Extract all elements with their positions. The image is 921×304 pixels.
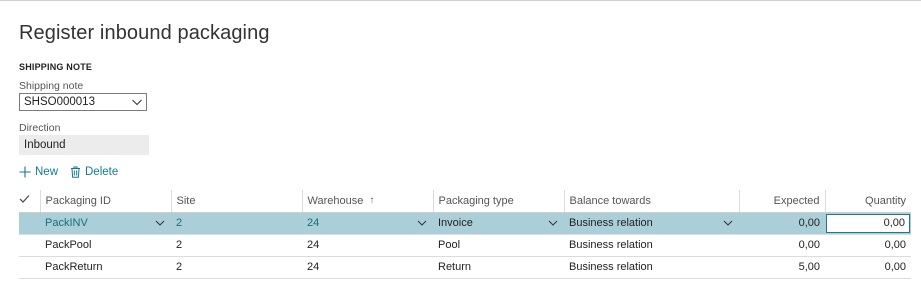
packaging-type-cell[interactable]: Invoice [433, 212, 564, 235]
cell-value: 0,00 [883, 217, 905, 229]
table-row[interactable]: PackPool 2 24 Pool Business relation 0,0… [19, 234, 911, 257]
cell-value: 0,00 [798, 239, 820, 251]
column-header-label: Site [176, 194, 196, 207]
quantity-cell[interactable]: 0,00 [825, 234, 911, 257]
site-cell[interactable]: 2 [171, 256, 302, 279]
table-row[interactable]: PackReturn 2 24 Return Business relation… [19, 256, 911, 279]
delete-button-label: Delete [85, 166, 119, 178]
checkmark-icon [19, 195, 30, 204]
packaging-type-cell[interactable]: Pool [433, 234, 564, 257]
sort-ascending-icon: ↑ [369, 195, 375, 207]
cell-value: Business relation [569, 239, 653, 251]
plus-icon [19, 166, 31, 178]
cell-value: Invoice [438, 217, 473, 229]
cell-value: Pool [438, 239, 461, 251]
warehouse-cell[interactable]: 24 [302, 234, 433, 257]
warehouse-cell[interactable]: 24 [302, 256, 433, 279]
cell-value: 2 [176, 261, 183, 273]
packaging-type-cell[interactable]: Return [433, 256, 564, 279]
cell-value: Return [438, 261, 472, 273]
new-button[interactable]: New [19, 166, 58, 178]
cell-value: 0,00 [884, 261, 906, 273]
column-header-label: Packaging type [438, 194, 514, 207]
expected-cell: 0,00 [739, 212, 825, 235]
balance-towards-cell[interactable]: Business relation [564, 256, 739, 279]
delete-button[interactable]: Delete [70, 166, 118, 178]
trash-icon [71, 166, 80, 178]
column-header-label: Expected [773, 194, 820, 207]
expected-cell: 5,00 [739, 256, 825, 279]
column-header-label: Quantity [865, 194, 906, 207]
grid-header-row: Packaging ID Site Warehouse ↑ Packaging t… [19, 190, 911, 213]
direction-field: Inbound [19, 135, 149, 155]
cell-value: 24 [307, 217, 320, 229]
column-header-balance-towards[interactable]: Balance towards [563, 190, 739, 213]
column-header-expected[interactable]: Expected [738, 190, 825, 213]
page-title: Register inbound packaging [19, 22, 270, 44]
column-header-quantity[interactable]: Quantity [824, 190, 911, 213]
new-button-label: New [35, 166, 59, 178]
direction-label: Direction [19, 122, 61, 134]
row-selector[interactable] [19, 256, 40, 279]
column-header-packaging-id[interactable]: Packaging ID [39, 190, 171, 213]
cell-value: 24 [307, 261, 320, 273]
quantity-edit-field[interactable]: 0,00 [826, 213, 910, 233]
chevron-down-icon[interactable] [155, 218, 165, 228]
table-row[interactable]: PackINV 2 24 Invoice Business relation 0… [19, 212, 911, 235]
column-header-label: Balance towards [569, 194, 651, 207]
cell-value: Business relation [569, 217, 653, 229]
chevron-down-icon[interactable] [548, 218, 558, 228]
cell-value: 5,00 [798, 261, 820, 273]
warehouse-cell[interactable]: 24 [302, 212, 433, 235]
shipping-note-section-header: SHIPPING NOTE [19, 62, 93, 72]
shipping-note-label: Shipping note [19, 80, 84, 92]
cell-value: PackPool [45, 239, 92, 251]
column-header-packaging-type[interactable]: Packaging type [432, 190, 564, 213]
expected-cell: 0,00 [739, 234, 825, 257]
site-cell[interactable]: 2 [171, 234, 302, 257]
balance-towards-cell[interactable]: Business relation [564, 212, 739, 235]
cell-value: 0,00 [798, 217, 820, 229]
packaging-id-cell[interactable]: PackReturn [40, 256, 171, 279]
chevron-down-icon [132, 99, 142, 106]
packaging-id-cell[interactable]: PackINV [40, 212, 171, 235]
cell-value: PackReturn [45, 261, 103, 273]
row-selector[interactable] [19, 234, 40, 257]
row-selector[interactable] [19, 212, 40, 235]
packaging-grid: Packaging ID Site Warehouse ↑ Packaging t… [19, 190, 911, 279]
packaging-id-cell[interactable]: PackPool [40, 234, 171, 257]
cell-value: Business relation [569, 261, 653, 273]
shipping-note-value: SHSO000013 [24, 96, 95, 108]
cell-value: 2 [176, 239, 183, 251]
cell-value: PackINV [45, 217, 88, 229]
cell-value: 24 [307, 239, 320, 251]
cell-value: 2 [176, 217, 183, 229]
select-all-checkbox[interactable] [19, 190, 40, 213]
column-header-label: Packaging ID [45, 194, 111, 207]
column-header-warehouse[interactable]: Warehouse ↑ [301, 190, 433, 213]
balance-towards-cell[interactable]: Business relation [564, 234, 739, 257]
chevron-down-icon[interactable] [723, 218, 733, 228]
quantity-cell[interactable]: 0,00 [825, 256, 911, 279]
column-header-site[interactable]: Site [170, 190, 302, 213]
quantity-input[interactable]: 0,00 [825, 212, 911, 235]
column-header-label: Warehouse [307, 194, 364, 207]
shipping-note-dropdown[interactable]: SHSO000013 [19, 93, 147, 111]
chevron-down-icon[interactable] [417, 218, 427, 228]
site-cell[interactable]: 2 [171, 212, 302, 235]
cell-value: 0,00 [884, 239, 906, 251]
